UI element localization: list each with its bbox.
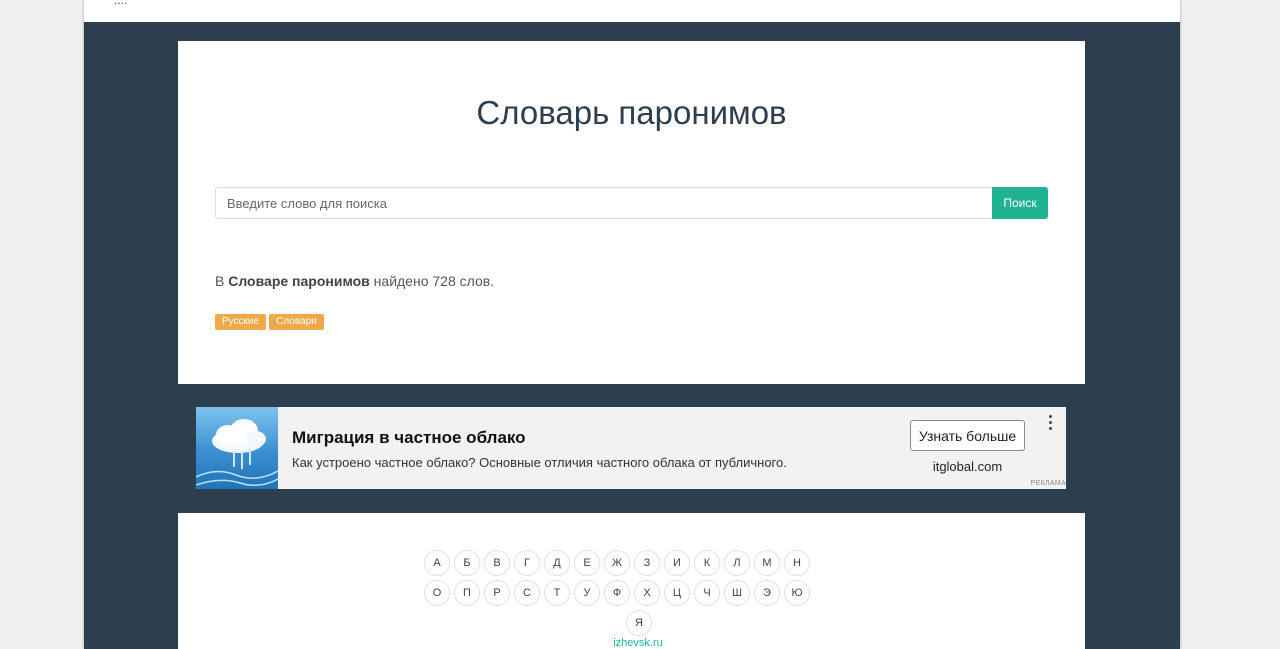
summary-suffix: найдено 728 слов. xyxy=(369,273,495,289)
alphabet-index: А Б В Г Д Е Ж З И К Л М Н О П Р С Т У Ф … xyxy=(424,550,844,640)
site-link[interactable]: izhevsk.ru xyxy=(178,637,1098,649)
letter-en[interactable]: Н xyxy=(784,550,810,576)
more-options-icon[interactable] xyxy=(1044,413,1058,431)
ad-cloud-image[interactable] xyxy=(196,407,278,489)
letter-e[interactable]: Э xyxy=(754,580,780,606)
letter-es[interactable]: С xyxy=(514,580,540,606)
letter-el[interactable]: Л xyxy=(724,550,750,576)
letter-te[interactable]: Т xyxy=(544,580,570,606)
alphabet-panel: А Б В Г Д Е Ж З И К Л М Н О П Р С Т У Ф … xyxy=(178,513,1085,649)
alphabet-row-1: А Б В Г Д Е Ж З И К Л М Н xyxy=(424,550,844,576)
letter-o[interactable]: О xyxy=(424,580,450,606)
letter-tse[interactable]: Ц xyxy=(664,580,690,606)
letter-sha[interactable]: Ш xyxy=(724,580,750,606)
alphabet-row-3: Я xyxy=(424,610,844,636)
letter-pe[interactable]: П xyxy=(454,580,480,606)
letter-ya[interactable]: Я xyxy=(626,610,652,636)
search-form: Поиск xyxy=(215,187,1048,219)
letter-ve[interactable]: В xyxy=(484,550,510,576)
page-container: .... Словарь паронимов Поиск В Словаре п… xyxy=(84,0,1180,649)
letter-ze[interactable]: З xyxy=(634,550,660,576)
letter-a[interactable]: А xyxy=(424,550,450,576)
letter-de[interactable]: Д xyxy=(544,550,570,576)
ad-description[interactable]: Как устроено частное облако? Основные от… xyxy=(292,455,787,470)
search-panel: Словарь паронимов Поиск В Словаре парони… xyxy=(178,41,1085,384)
ad-label: РЕКЛАМА xyxy=(1030,480,1066,487)
result-summary: В Словаре паронимов найдено 728 слов. xyxy=(215,273,494,289)
dictionary-name: Словаре паронимов xyxy=(228,273,370,289)
alphabet-row-2: О П Р С Т У Ф Х Ц Ч Ш Э Ю xyxy=(424,580,844,606)
ad-learn-more-button[interactable]: Узнать больше xyxy=(910,420,1025,451)
letter-ge[interactable]: Г xyxy=(514,550,540,576)
search-button[interactable]: Поиск xyxy=(992,187,1048,219)
letter-zhe[interactable]: Ж xyxy=(604,550,630,576)
tag-dictionaries[interactable]: Словари xyxy=(269,314,324,330)
search-input[interactable] xyxy=(215,187,992,219)
ad-banner[interactable]: Миграция в частное облако Как устроено ч… xyxy=(196,407,1066,489)
tag-russian[interactable]: Русские xyxy=(215,314,267,330)
ad-domain[interactable]: itglobal.com xyxy=(910,459,1025,474)
letter-i[interactable]: И xyxy=(664,550,690,576)
top-bar-text: .... xyxy=(114,0,128,7)
letter-er[interactable]: Р xyxy=(484,580,510,606)
page-title: Словарь паронимов xyxy=(476,94,787,131)
letter-che[interactable]: Ч xyxy=(694,580,720,606)
letter-yu[interactable]: Ю xyxy=(784,580,810,606)
tag-list: Русские Словари xyxy=(215,314,324,330)
top-bar: .... xyxy=(84,0,1180,22)
letter-be[interactable]: Б xyxy=(454,550,480,576)
summary-prefix: В xyxy=(215,273,229,289)
letter-em[interactable]: М xyxy=(754,550,780,576)
letter-ka[interactable]: К xyxy=(694,550,720,576)
letter-u[interactable]: У xyxy=(574,580,600,606)
letter-ye[interactable]: Е xyxy=(574,550,600,576)
letter-ef[interactable]: Ф xyxy=(604,580,630,606)
ad-title[interactable]: Миграция в частное облако xyxy=(292,428,526,448)
letter-kha[interactable]: Х xyxy=(634,580,660,606)
